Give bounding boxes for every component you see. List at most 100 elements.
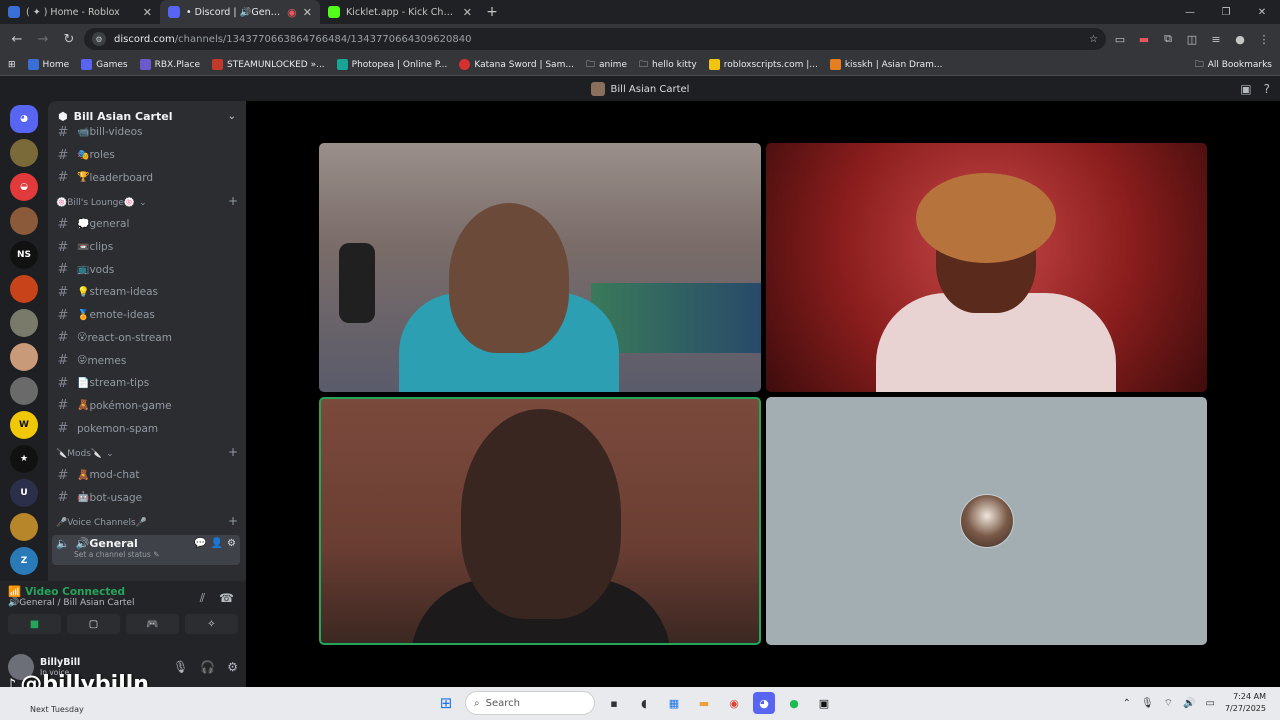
volume-icon[interactable]: 🔊 bbox=[1183, 698, 1195, 709]
inbox-icon[interactable]: ▣ bbox=[1240, 82, 1251, 96]
spotify-icon[interactable]: ● bbox=[783, 692, 805, 714]
bookmark-home[interactable]: Home bbox=[27, 59, 69, 70]
video-tile-participant-1[interactable] bbox=[319, 143, 761, 392]
extension-red-icon[interactable]: ▬ bbox=[1134, 29, 1154, 49]
profile-avatar-icon[interactable]: ● bbox=[1230, 29, 1250, 49]
headphones-icon[interactable]: 🎧 bbox=[200, 660, 215, 674]
mouse-app-icon[interactable]: ◖ bbox=[633, 692, 655, 714]
bookmark-katana[interactable]: Katana Sword | Sam... bbox=[459, 59, 574, 70]
bookmark-folder-hello-kitty[interactable]: 🗀 hello kitty bbox=[639, 57, 697, 73]
task-view-icon[interactable]: ▪ bbox=[603, 692, 625, 714]
server-icon[interactable] bbox=[10, 309, 38, 337]
voice-channel-general[interactable]: 🔈 🔊General 💬 👤 ⚙ Set a channel status ✎ bbox=[52, 535, 240, 566]
server-icon[interactable]: ◒ bbox=[10, 173, 38, 201]
microphone-tray-icon[interactable]: 🎙 bbox=[1141, 698, 1154, 709]
bookmark-robloxscripts[interactable]: robloxscripts.com |... bbox=[708, 59, 818, 70]
minimize-icon[interactable]: — bbox=[1172, 0, 1208, 24]
reload-icon[interactable]: ↻ bbox=[58, 28, 80, 50]
server-icon[interactable]: W bbox=[10, 411, 38, 439]
new-tab-button[interactable]: + bbox=[480, 0, 504, 24]
noise-suppression-icon[interactable]: ⫽ bbox=[200, 591, 205, 606]
file-explorer-icon[interactable]: ▬ bbox=[693, 692, 715, 714]
channel-mod-chat[interactable]: # 🧸 mod-chat bbox=[48, 464, 246, 487]
close-tab-icon[interactable]: ✕ bbox=[463, 6, 472, 19]
channel-bot-usage[interactable]: # 🤖 bot-usage bbox=[48, 487, 246, 510]
close-tab-icon[interactable]: ✕ bbox=[143, 6, 152, 19]
channel-bill-videos[interactable]: # 📹 bill-videos bbox=[48, 121, 246, 144]
bookmark-photopea[interactable]: Photopea | Online P... bbox=[336, 59, 447, 70]
tab-roblox[interactable]: ( ✦ ) Home - Roblox ✕ bbox=[0, 0, 160, 24]
chat-bubble-icon[interactable]: 💬 bbox=[194, 538, 206, 549]
server-icon[interactable]: Z bbox=[10, 547, 38, 575]
channel-leaderboard[interactable]: # 🏆 leaderboard bbox=[48, 166, 246, 189]
photos-icon[interactable]: ▦ bbox=[663, 692, 685, 714]
forward-icon[interactable]: → bbox=[32, 28, 54, 50]
user-settings-gear-icon[interactable]: ⚙ bbox=[227, 660, 238, 674]
channel-memes[interactable]: # 😜 memes bbox=[48, 349, 246, 372]
back-icon[interactable]: ← bbox=[6, 28, 28, 50]
video-tile-participant-4-camera-off[interactable] bbox=[766, 397, 1207, 645]
video-tile-participant-3-speaking[interactable] bbox=[319, 397, 761, 645]
set-channel-status[interactable]: Set a channel status ✎ bbox=[56, 550, 236, 559]
weather-widget[interactable]: Next Tuesday bbox=[30, 693, 84, 715]
chevron-up-icon[interactable]: ⌃ bbox=[1123, 698, 1131, 709]
microphone-icon[interactable]: 🎙 bbox=[173, 660, 188, 674]
channel-stream-tips[interactable]: # 📄 stream-tips bbox=[48, 372, 246, 395]
channel-vods[interactable]: # 📺 vods bbox=[48, 258, 246, 281]
site-info-icon[interactable]: ⚙ bbox=[92, 32, 106, 46]
url-bar[interactable]: ⚙ discord.com/channels/13437706638647664… bbox=[84, 28, 1106, 50]
add-channel-icon[interactable]: + bbox=[228, 445, 238, 459]
add-channel-icon[interactable]: + bbox=[228, 194, 238, 208]
add-channel-icon[interactable]: + bbox=[228, 514, 238, 528]
invite-member-icon[interactable]: 👤 bbox=[211, 538, 223, 549]
bookmark-steamunlocked[interactable]: STEAMUNLOCKED »... bbox=[212, 59, 325, 70]
server-icon[interactable] bbox=[10, 377, 38, 405]
server-icon[interactable]: ★ bbox=[10, 445, 38, 473]
bookmark-games[interactable]: Games bbox=[81, 59, 128, 70]
maximize-icon[interactable]: ❐ bbox=[1208, 0, 1244, 24]
soundboard-button[interactable]: ✧ bbox=[185, 614, 238, 634]
bookmark-kisskh[interactable]: kisskh | Asian Dram... bbox=[829, 59, 943, 70]
help-icon[interactable]: ? bbox=[1264, 82, 1270, 96]
channel-pokemon-spam[interactable]: # pokemon-spam bbox=[48, 417, 246, 440]
extensions-puzzle-icon[interactable]: ⧉ bbox=[1158, 29, 1178, 49]
channel-emote-ideas[interactable]: # 🏅 emote-ideas bbox=[48, 304, 246, 327]
chrome-icon[interactable]: ◉ bbox=[723, 692, 745, 714]
extension-icon[interactable]: ▭ bbox=[1110, 29, 1130, 49]
category-voice-channels[interactable]: 🎤Voice Channels🎤 + bbox=[48, 509, 246, 533]
server-icon[interactable]: U bbox=[10, 479, 38, 507]
bookmark-rbxplace[interactable]: RBX.Place bbox=[139, 59, 200, 70]
menu-kebab-icon[interactable]: ⋮ bbox=[1254, 29, 1274, 49]
channel-roles[interactable]: # 🎭 roles bbox=[48, 144, 246, 167]
side-panel-icon[interactable]: ◫ bbox=[1182, 29, 1202, 49]
channel-clips[interactable]: # 📼 clips bbox=[48, 236, 246, 259]
close-tab-icon[interactable]: ✕ bbox=[303, 6, 312, 19]
channel-stream-ideas[interactable]: # 💡 stream-ideas bbox=[48, 281, 246, 304]
wifi-icon[interactable]: ⌔ bbox=[1164, 697, 1173, 710]
discord-taskbar-icon[interactable]: ◕ bbox=[753, 692, 775, 714]
clock[interactable]: 7:24 AM 7/27/2025 bbox=[1225, 691, 1266, 715]
windows-start-icon[interactable]: ⊞ bbox=[435, 692, 457, 714]
username[interactable]: BillyBill bbox=[40, 657, 80, 668]
channel-general[interactable]: # 💭 general bbox=[48, 213, 246, 236]
category-mods[interactable]: 🔪Mods🔪 ⌄ + bbox=[48, 440, 246, 464]
server-icon[interactable] bbox=[10, 275, 38, 303]
taskbar-search-box[interactable]: ⌕ Search bbox=[465, 691, 595, 715]
activities-button[interactable]: 🎮 bbox=[126, 614, 179, 634]
close-window-icon[interactable]: ✕ bbox=[1244, 0, 1280, 24]
server-icon[interactable] bbox=[10, 139, 38, 167]
tab-discord[interactable]: • Discord | 🔊General | Bill Asian Cartel… bbox=[160, 0, 320, 24]
camera-button[interactable]: ■ bbox=[8, 614, 61, 634]
voice-status[interactable]: Video Connected bbox=[25, 586, 125, 598]
video-tile-participant-2[interactable] bbox=[766, 143, 1207, 392]
apps-grid-icon[interactable]: ⊞ bbox=[8, 60, 16, 70]
server-icon[interactable] bbox=[10, 207, 38, 235]
screen-share-button[interactable]: ▢ bbox=[67, 614, 120, 634]
gear-icon[interactable]: ⚙ bbox=[227, 538, 236, 549]
roblox-bot-icon[interactable]: ▣ bbox=[813, 692, 835, 714]
bookmark-folder-anime[interactable]: 🗀 anime bbox=[586, 57, 627, 73]
bookmark-star-icon[interactable]: ☆ bbox=[1089, 34, 1098, 45]
disconnect-icon[interactable]: ☎ bbox=[219, 591, 234, 606]
server-icon[interactable] bbox=[10, 513, 38, 541]
server-icon[interactable] bbox=[10, 343, 38, 371]
